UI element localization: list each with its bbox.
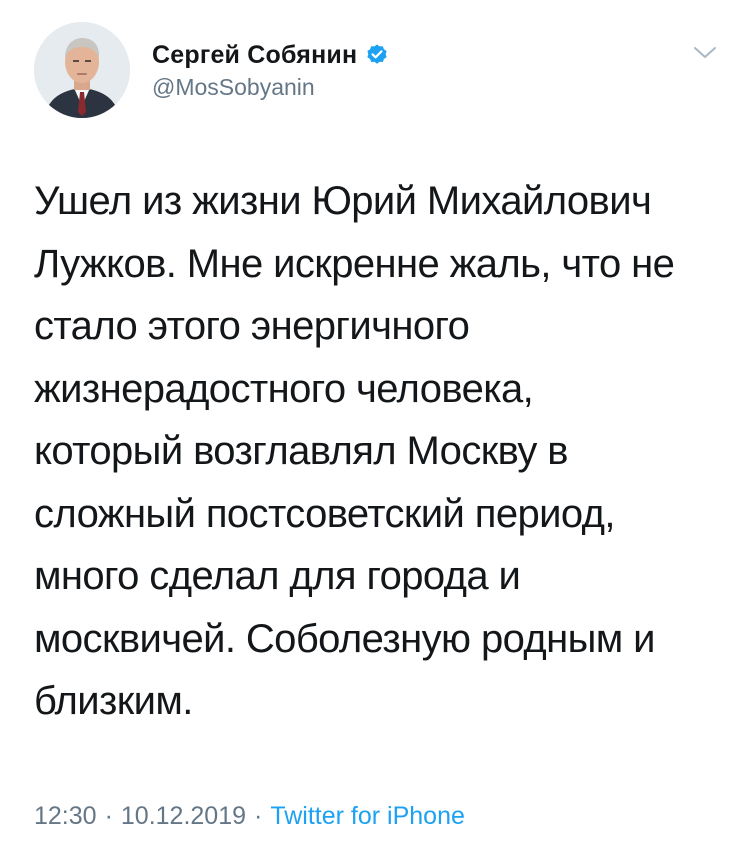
tweet-text-line: сложный постсоветский период, <box>34 491 616 536</box>
tweet-card: Сергей Собянин @MosSobyanin Ушел из жизн… <box>0 0 750 862</box>
avatar[interactable] <box>34 22 130 118</box>
name-row: Сергей Собянин <box>152 38 389 72</box>
author-name[interactable]: Сергей Собянин <box>152 41 357 70</box>
tweet-text-line: жизнерадостного человека, <box>34 366 534 411</box>
chevron-down-icon[interactable] <box>692 44 718 62</box>
avatar-image <box>34 22 130 118</box>
tweet-text-line: Лужков. Мне искренне жаль, что не <box>34 241 675 286</box>
tweet-time[interactable]: 12:30 <box>34 802 97 831</box>
tweet-text: Ушел из жизни Юрий Михайлович Лужков. Мн… <box>34 170 724 733</box>
meta-separator: · <box>254 802 263 830</box>
tweet-text-line: москвичей. Соболезную родным и <box>34 616 656 661</box>
tweet-date[interactable]: 10.12.2019 <box>121 802 246 831</box>
tweet-source-link[interactable]: Twitter for iPhone <box>270 802 465 831</box>
tweet-meta: 12:30 · 10.12.2019 · Twitter for iPhone <box>34 802 465 831</box>
author-handle[interactable]: @MosSobyanin <box>152 74 315 101</box>
tweet-header: Сергей Собянин @MosSobyanin <box>34 22 726 118</box>
tweet-text-line: Ушел из жизни Юрий Михайлович <box>34 179 652 223</box>
tweet-text-line: который возглавлял Москву в <box>34 429 569 473</box>
tweet-text-line: стало этого энергичного <box>34 304 470 348</box>
tweet-text-line: много сделал для города и <box>34 554 521 598</box>
meta-separator: · <box>104 802 113 830</box>
verified-badge-icon <box>365 43 389 67</box>
tweet-text-line: близким. <box>34 679 193 723</box>
